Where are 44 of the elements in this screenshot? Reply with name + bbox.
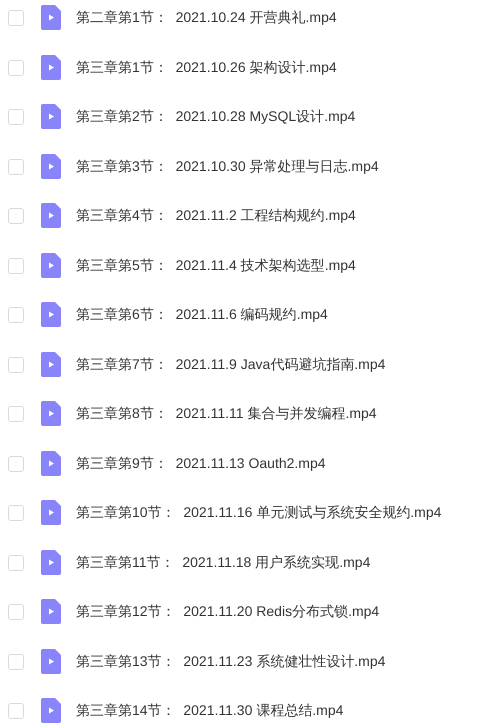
checkbox[interactable] — [8, 554, 24, 570]
video-file-icon — [41, 104, 61, 129]
checkbox[interactable] — [8, 703, 24, 719]
checkbox[interactable] — [8, 505, 24, 521]
file-name[interactable]: 第三章第2节： 2021.10.28 MySQL设计.mp4 — [76, 107, 356, 125]
video-file-icon — [41, 252, 61, 278]
file-name[interactable]: 第三章第3节： 2021.10.30 异常处理与日志.mp4 — [76, 156, 379, 174]
file-name[interactable]: 第三章第13节： 2021.11.23 系统健壮性设计.mp4 — [76, 652, 386, 670]
file-name[interactable]: 第三章第4节： 2021.11.2 工程结构规约.mp4 — [76, 206, 356, 224]
video-file-icon — [41, 648, 61, 674]
checkbox[interactable] — [8, 158, 24, 174]
file-name[interactable]: 第三章第7节： 2021.11.9 Java代码避坑指南.mp4 — [76, 354, 386, 372]
video-file-icon — [41, 54, 61, 80]
checkbox[interactable] — [8, 10, 24, 26]
file-name[interactable]: 第三章第11节： 2021.11.18 用户系统实现.mp4 — [76, 552, 370, 570]
file-name[interactable]: 第三章第14节： 2021.11.30 课程总结.mp4 — [76, 701, 344, 719]
file-name[interactable]: 第三章第9节： 2021.11.13 Oauth2.mp4 — [76, 454, 326, 472]
file-name[interactable]: 第三章第8节： 2021.11.11 集合与并发编程.mp4 — [76, 404, 377, 422]
video-file-icon — [41, 203, 61, 228]
file-name[interactable]: 第二章第1节： 2021.10.24 开营典礼.mp4 — [76, 8, 337, 26]
checkbox[interactable] — [8, 258, 24, 274]
checkbox[interactable] — [8, 109, 24, 125]
checkbox[interactable] — [8, 60, 24, 76]
checkbox[interactable] — [8, 208, 24, 224]
video-file-icon — [41, 5, 61, 30]
checkbox[interactable] — [8, 356, 24, 372]
checkbox[interactable] — [8, 456, 24, 472]
file-name[interactable]: 第三章第12节： 2021.11.20 Redis分布式锁.mp4 — [76, 602, 380, 620]
video-file-icon — [41, 500, 61, 525]
file-name[interactable]: 第三章第6节： 2021.11.6 编码规约.mp4 — [76, 305, 328, 323]
video-file-icon — [41, 401, 61, 426]
file-name[interactable]: 第三章第10节： 2021.11.16 单元测试与系统安全规约.mp4 — [76, 503, 442, 521]
video-file-icon — [41, 302, 61, 327]
video-file-icon — [41, 550, 61, 574]
video-file-icon — [41, 154, 61, 178]
checkbox[interactable] — [8, 307, 24, 323]
file-name[interactable]: 第三章第1节： 2021.10.26 架构设计.mp4 — [76, 58, 337, 76]
file-name[interactable]: 第三章第5节： 2021.11.4 技术架构选型.mp4 — [76, 256, 356, 274]
checkbox[interactable] — [8, 406, 24, 422]
checkbox[interactable] — [8, 654, 24, 670]
checkbox[interactable] — [8, 604, 24, 620]
video-file-icon — [41, 450, 61, 476]
video-file-icon — [41, 352, 61, 376]
video-file-icon — [41, 599, 61, 624]
